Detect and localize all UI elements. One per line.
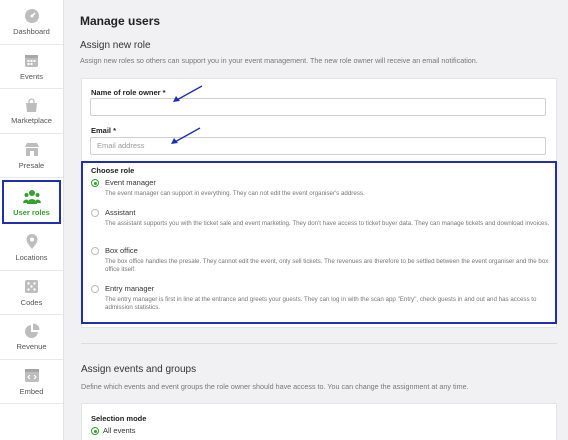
- pie-chart-icon: [23, 322, 41, 340]
- section-divider: [81, 343, 557, 344]
- role-description: The event manager can support in everyth…: [105, 190, 365, 197]
- role-name: Entry manager: [105, 284, 155, 293]
- sidebar: Dashboard Events Marketplace Presale Use…: [0, 0, 64, 440]
- page-title: Manage users: [80, 14, 161, 28]
- role-description: The entry manager is first in line at th…: [105, 296, 537, 311]
- selection-mode-option[interactable]: All events: [91, 426, 211, 437]
- sidebar-item-locations[interactable]: Locations: [0, 226, 63, 271]
- role-name: Box office: [105, 246, 138, 255]
- sidebar-item-label: Marketplace: [11, 116, 52, 126]
- dice-icon: [23, 278, 41, 296]
- shopping-bag-icon: [23, 96, 41, 114]
- calendar-icon: [23, 52, 41, 70]
- assign-events-description: Define which events and event groups the…: [81, 382, 469, 391]
- radio[interactable]: [91, 285, 99, 293]
- sidebar-item-events[interactable]: Events: [0, 45, 63, 89]
- assign-role-description: Assign new roles so others can support y…: [80, 56, 478, 65]
- name-field[interactable]: [90, 98, 546, 116]
- sidebar-item-revenue[interactable]: Revenue: [0, 315, 63, 360]
- embed-icon: [23, 367, 41, 385]
- sidebar-item-label: User roles: [13, 207, 50, 217]
- dashboard-icon: [23, 7, 41, 25]
- selection-mode-value: All events: [103, 426, 136, 435]
- sidebar-item-label: Events: [20, 71, 43, 81]
- sidebar-item-marketplace[interactable]: Marketplace: [0, 89, 63, 134]
- sidebar-item-label: Codes: [20, 297, 43, 307]
- sidebar-item-label: Presale: [18, 160, 45, 170]
- email-field[interactable]: Email address: [90, 137, 546, 155]
- radio-selected[interactable]: [91, 427, 99, 435]
- annotation-arrow: [171, 127, 201, 144]
- role-description: The box office handles the presale. They…: [105, 258, 549, 273]
- selection-mode-label: Selection mode: [91, 414, 147, 423]
- role-name: Assistant: [105, 208, 136, 217]
- sidebar-item-label: Locations: [15, 253, 48, 263]
- choose-role-heading: Choose role: [91, 166, 135, 175]
- sidebar-item-label: Embed: [19, 386, 44, 396]
- users-icon: [22, 188, 41, 206]
- assign-role-title: Assign new role: [80, 40, 151, 51]
- role-description: The assistant supports you with the tick…: [105, 220, 550, 227]
- sidebar-item-label: Dashboard: [13, 27, 50, 37]
- radio[interactable]: [91, 247, 99, 255]
- sidebar-item-codes[interactable]: Codes: [0, 271, 63, 315]
- sidebar-item-presale[interactable]: Presale: [0, 134, 63, 178]
- name-field-label: Name of role owner *: [91, 88, 166, 97]
- choose-role-group: Choose role Event manager The event mana…: [81, 161, 557, 324]
- sidebar-item-user-roles[interactable]: User roles: [2, 180, 61, 224]
- email-field-label: Email *: [91, 126, 117, 135]
- sidebar-item-label: Revenue: [16, 342, 47, 352]
- assign-events-title: Assign events and groups: [81, 364, 197, 375]
- role-name: Event manager: [105, 178, 156, 187]
- location-pin-icon: [23, 233, 41, 251]
- sidebar-item-dashboard[interactable]: Dashboard: [0, 0, 63, 45]
- storefront-icon: [23, 141, 41, 159]
- radio[interactable]: [91, 209, 99, 217]
- annotation-arrow: [173, 85, 203, 102]
- sidebar-item-embed[interactable]: Embed: [0, 360, 63, 404]
- radio-selected[interactable]: [91, 179, 99, 187]
